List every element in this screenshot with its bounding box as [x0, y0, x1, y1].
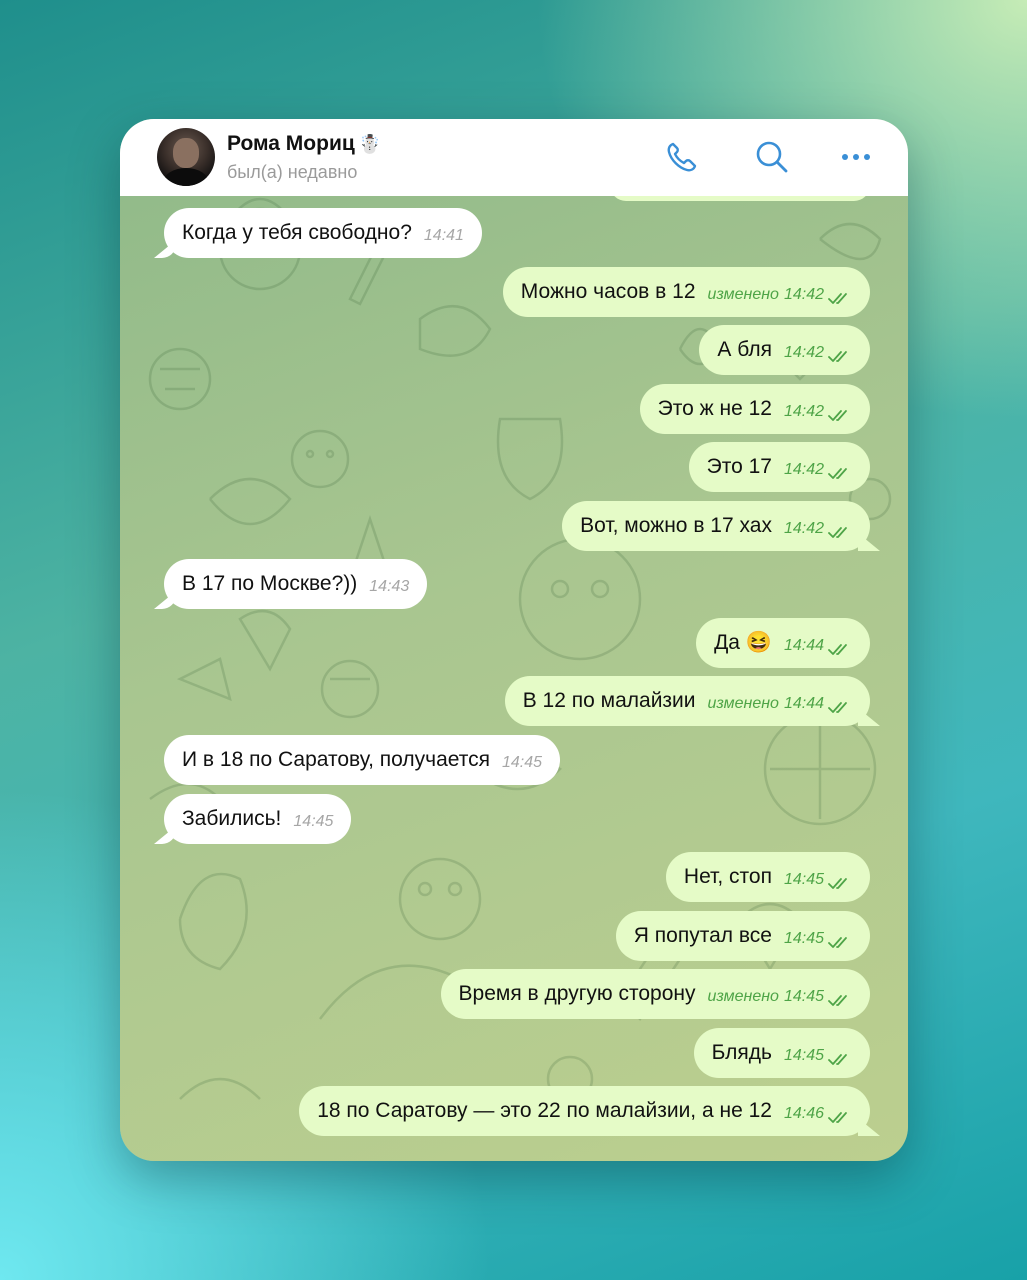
message-time: 14:44	[783, 695, 824, 712]
message-time: 14:45	[783, 988, 824, 1005]
chat-header: Рома Мориц ☃️ был(а) недавно	[120, 119, 908, 196]
read-checkmarks-icon	[828, 1049, 852, 1065]
outgoing-message[interactable]: Нет, стоп 14:45	[665, 852, 870, 902]
message-text: 18 по Саратову — это 22 по малайзии, а н…	[317, 1099, 772, 1122]
edited-label: изменено	[707, 695, 779, 712]
message-time: 14:42	[783, 403, 824, 420]
outgoing-message[interactable]: 18 по Саратову — это 22 по малайзии, а н…	[299, 1086, 870, 1136]
message-time: 14:42	[783, 461, 824, 478]
message-text: Можно часов в 12	[520, 280, 696, 303]
read-checkmarks-icon	[828, 288, 852, 304]
message-time: 14:42	[783, 344, 824, 361]
message-text: Нет, стоп	[683, 865, 772, 888]
read-checkmarks-icon	[828, 873, 852, 889]
message-time: 14:43	[369, 578, 410, 595]
edited-label: изменено	[707, 988, 779, 1005]
snowman-emoji: ☃️	[358, 134, 382, 154]
incoming-message[interactable]: В 17 по Москве?)) 14:43	[164, 559, 428, 609]
message-text: А бля	[717, 338, 772, 361]
read-checkmarks-icon	[828, 932, 852, 948]
message-text: Блядь	[711, 1041, 772, 1064]
message-text: Вот, можно в 17 хах	[580, 514, 772, 537]
contact-name[interactable]: Рома Мориц ☃️	[227, 132, 381, 156]
message-text: Это 17	[706, 455, 772, 478]
more-icon[interactable]	[838, 139, 874, 175]
avatar[interactable]	[157, 128, 215, 186]
outgoing-message[interactable]: Да 😆 14:44	[696, 618, 870, 668]
message-time: 14:41	[423, 227, 464, 244]
read-checkmarks-icon	[828, 990, 852, 1006]
message-text: Это ж не 12	[657, 397, 772, 420]
read-checkmarks-icon	[828, 697, 852, 713]
outgoing-message[interactable]: А бля 14:42	[699, 325, 870, 375]
edited-label: изменено	[707, 286, 779, 303]
message-text: Я попутал все	[633, 924, 772, 947]
outgoing-message[interactable]: Это ж не 12 14:42	[639, 384, 870, 434]
message-text: Время в другую сторону	[458, 982, 696, 1005]
incoming-message[interactable]: И в 18 по Саратову, получается 14:45	[164, 735, 561, 785]
read-checkmarks-icon	[828, 522, 852, 538]
contact-status: был(а) недавно	[227, 162, 358, 182]
read-checkmarks-icon	[828, 463, 852, 479]
outgoing-message[interactable]: Это 17 14:42	[688, 442, 870, 492]
read-checkmarks-icon	[828, 346, 852, 362]
message-text: Да 😆	[714, 631, 772, 654]
message-time: 14:42	[783, 520, 824, 537]
message-time: 14:45	[783, 1047, 824, 1064]
outgoing-message[interactable]: Время в другую сторону изменено 14:45	[440, 969, 870, 1019]
message-time: 14:46	[783, 1105, 824, 1122]
outgoing-message[interactable]: В 12 по малайзии изменено 14:44	[504, 676, 870, 726]
incoming-message[interactable]: Забились! 14:45	[164, 794, 352, 844]
message-time: 14:42	[783, 286, 824, 303]
message-text: В 12 по малайзии	[522, 689, 696, 712]
outgoing-message[interactable]: Я попутал все 14:45	[615, 911, 870, 961]
outgoing-message[interactable]: Можно часов в 12 изменено 14:42	[502, 267, 870, 317]
message-text: В 17 по Москве?))	[182, 572, 358, 595]
message-text: И в 18 по Саратову, получается	[182, 748, 490, 771]
message-text: Забились!	[182, 807, 282, 830]
read-checkmarks-icon	[828, 405, 852, 421]
message-time: 14:45	[783, 871, 824, 888]
contact-name-text: Рома Мориц	[227, 132, 355, 155]
message-text: Когда у тебя свободно?	[182, 221, 412, 244]
message-time: 14:45	[783, 930, 824, 947]
message-time: 14:44	[783, 637, 824, 654]
message-time: 14:45	[502, 754, 543, 771]
phone-icon[interactable]	[664, 139, 700, 175]
chat-window: Рома Мориц ☃️ был(а) недавно Когда у тебя…	[120, 119, 908, 1161]
read-checkmarks-icon	[828, 1107, 852, 1123]
incoming-message[interactable]: Когда у тебя свободно? 14:41	[164, 208, 482, 258]
outgoing-message[interactable]: Блядь 14:45	[693, 1028, 870, 1078]
outgoing-message[interactable]: Вот, можно в 17 хах 14:42	[562, 501, 870, 551]
message-time: 14:45	[293, 813, 334, 830]
read-checkmarks-icon	[828, 639, 852, 655]
search-icon[interactable]	[754, 139, 790, 175]
